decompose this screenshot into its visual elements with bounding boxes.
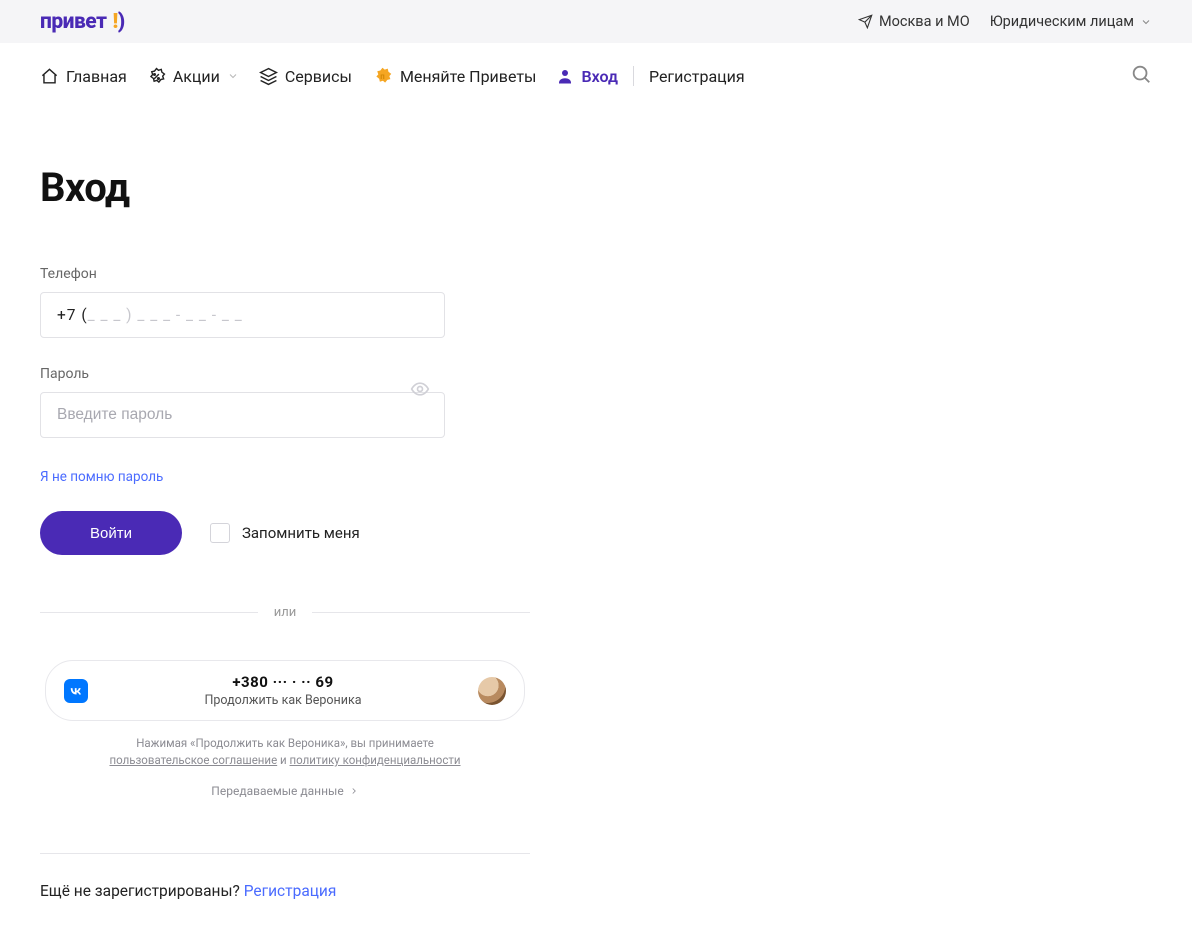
nav-home[interactable]: Главная — [40, 67, 127, 86]
phone-mask-placeholder: _ _ _ ) _ _ _ - _ _ - _ _ — [88, 306, 243, 324]
svg-text:п: п — [380, 72, 385, 81]
chevron-down-icon — [1140, 16, 1152, 28]
discount-icon — [147, 67, 166, 86]
main-nav: Главная Акции Сервисы п Меняйте Приветы — [0, 43, 1192, 109]
avatar — [478, 677, 506, 705]
home-icon — [40, 67, 59, 86]
logo-exclaim: !) — [112, 10, 124, 34]
coin-icon: п — [372, 66, 393, 87]
search-icon — [1130, 63, 1152, 85]
layers-icon — [259, 67, 278, 86]
nav-login-label: Вход — [581, 67, 618, 86]
password-label: Пароль — [40, 366, 530, 382]
chevron-down-icon — [227, 70, 239, 82]
register-prompt-text: Ещё не зарегистрированы? — [40, 882, 240, 900]
password-input[interactable] — [40, 392, 445, 438]
location-selector[interactable]: Москва и МО — [858, 13, 970, 30]
divider — [312, 612, 530, 613]
vk-continue-label: Продолжить как Вероника — [102, 693, 464, 708]
eye-icon — [410, 379, 430, 399]
or-separator: или — [40, 605, 530, 620]
nav-services-label: Сервисы — [285, 67, 352, 86]
vk-legal-text: Нажимая «Продолжить как Вероника», вы пр… — [45, 735, 525, 770]
utility-bar: привет !) Москва и МО Юридическим лицам — [0, 0, 1192, 43]
user-icon — [556, 67, 574, 85]
or-text: или — [274, 605, 297, 620]
login-form: Телефон +7 ( _ _ _ ) _ _ _ - _ _ - _ _ П… — [40, 266, 530, 900]
nav-login[interactable]: Вход — [556, 67, 618, 86]
chevron-right-icon — [349, 786, 359, 796]
page-title: Вход — [40, 164, 1152, 211]
phone-input[interactable]: +7 ( _ _ _ ) _ _ _ - _ _ - _ _ — [40, 292, 445, 338]
legal-pre: Нажимая «Продолжить как Вероника», вы пр… — [136, 736, 434, 750]
toggle-password-visibility[interactable] — [410, 379, 430, 403]
nav-register-label: Регистрация — [649, 67, 745, 86]
nav-services[interactable]: Сервисы — [259, 67, 352, 86]
nav-exchange-label: Меняйте Приветы — [400, 67, 537, 86]
remember-me[interactable]: Запомнить меня — [210, 523, 360, 543]
logo-text: привет — [40, 10, 106, 34]
divider — [40, 612, 258, 613]
remember-label: Запомнить меня — [242, 524, 360, 542]
tos-link[interactable]: пользовательское соглашение — [109, 753, 277, 767]
divider — [40, 853, 530, 854]
nav-promo-label: Акции — [173, 67, 220, 86]
privacy-link[interactable]: политику конфиденциальности — [290, 753, 461, 767]
nav-home-label: Главная — [66, 67, 127, 86]
nav-promo[interactable]: Акции — [147, 67, 239, 86]
phone-prefix: +7 ( — [57, 306, 88, 324]
vk-icon — [64, 679, 88, 703]
passed-data-label: Передаваемые данные — [211, 784, 343, 798]
business-label: Юридическим лицам — [990, 13, 1134, 30]
legal-and: и — [280, 753, 287, 767]
nav-register[interactable]: Регистрация — [649, 67, 745, 86]
passed-data-link[interactable]: Передаваемые данные — [45, 784, 525, 798]
register-link[interactable]: Регистрация — [244, 882, 337, 900]
search-button[interactable] — [1130, 63, 1152, 89]
register-prompt: Ещё не зарегистрированы? Регистрация — [40, 882, 530, 900]
location-icon — [858, 14, 873, 29]
location-label: Москва и МО — [879, 13, 970, 30]
submit-button[interactable]: Войти — [40, 511, 182, 555]
vk-phone: +380 ··· · ·· 69 — [102, 673, 464, 691]
remember-checkbox[interactable] — [210, 523, 230, 543]
nav-exchange[interactable]: п Меняйте Приветы — [372, 66, 537, 87]
business-link[interactable]: Юридическим лицам — [990, 13, 1152, 30]
phone-label: Телефон — [40, 266, 530, 282]
nav-separator — [633, 66, 634, 86]
vk-continue-button[interactable]: +380 ··· · ·· 69 Продолжить как Вероника — [45, 660, 525, 721]
logo[interactable]: привет !) — [40, 10, 125, 34]
forgot-password-link[interactable]: Я не помню пароль — [40, 469, 163, 485]
